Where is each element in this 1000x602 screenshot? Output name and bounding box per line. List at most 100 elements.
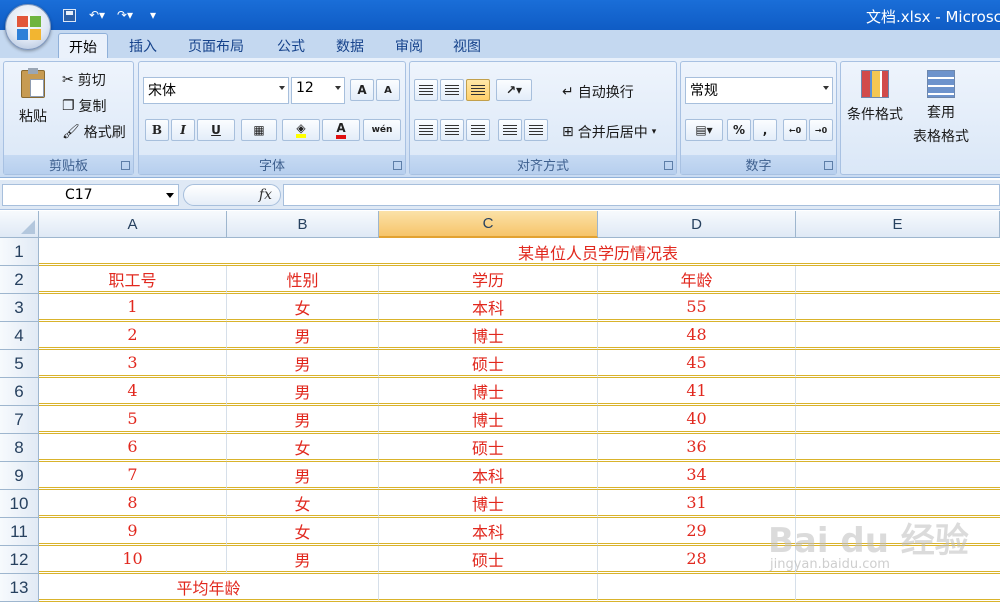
empty-cell[interactable] <box>796 294 1000 322</box>
currency-button[interactable]: ▤▾ <box>685 119 723 141</box>
row-header-6[interactable]: 6 <box>0 378 39 406</box>
align-middle-button[interactable] <box>440 79 464 101</box>
header-cell[interactable]: 年龄 <box>598 266 796 294</box>
row-header-13[interactable]: 13 <box>0 574 39 602</box>
tab-formulas[interactable]: 公式 <box>267 33 315 58</box>
column-header-b[interactable]: B <box>227 211 379 238</box>
align-bottom-button[interactable] <box>466 79 490 101</box>
data-cell[interactable]: 男 <box>227 462 379 490</box>
formula-input[interactable] <box>283 184 1000 206</box>
tab-insert[interactable]: 插入 <box>119 33 167 58</box>
row-header-2[interactable]: 2 <box>0 266 39 294</box>
data-cell[interactable]: 55 <box>598 294 796 322</box>
header-cell[interactable]: 职工号 <box>39 266 227 294</box>
empty-cell[interactable] <box>796 266 1000 294</box>
data-cell[interactable]: 34 <box>598 462 796 490</box>
empty-cell[interactable] <box>796 462 1000 490</box>
number-format-field[interactable]: 常规 <box>685 77 833 104</box>
increase-indent-button[interactable] <box>524 119 548 141</box>
column-header-e[interactable]: E <box>796 211 1000 238</box>
office-button[interactable] <box>5 4 51 50</box>
orientation-button[interactable]: ↗▾ <box>496 79 532 101</box>
conditional-format-button[interactable]: 条件格式 <box>847 70 903 124</box>
dialog-launcher-icon[interactable] <box>664 161 673 170</box>
data-cell[interactable]: 博士 <box>379 378 598 406</box>
dialog-launcher-icon[interactable] <box>121 161 130 170</box>
column-header-a[interactable]: A <box>39 211 227 238</box>
data-cell[interactable]: 8 <box>39 490 227 518</box>
row-header-9[interactable]: 9 <box>0 462 39 490</box>
paste-button[interactable]: 粘贴 <box>14 68 52 150</box>
row-header-3[interactable]: 3 <box>0 294 39 322</box>
font-size-field[interactable]: 12 <box>291 77 345 104</box>
increase-decimal-button[interactable]: ←0 <box>783 119 807 141</box>
row-header-8[interactable]: 8 <box>0 434 39 462</box>
data-cell[interactable]: 女 <box>227 294 379 322</box>
data-cell[interactable]: 男 <box>227 350 379 378</box>
cut-button[interactable]: ✂ 剪切 <box>62 70 106 90</box>
data-cell[interactable]: 博士 <box>379 490 598 518</box>
average-age-value[interactable] <box>598 574 796 602</box>
data-cell[interactable]: 博士 <box>379 322 598 350</box>
tab-data[interactable]: 数据 <box>326 33 374 58</box>
data-cell[interactable]: 男 <box>227 406 379 434</box>
underline-button[interactable]: U <box>197 119 235 141</box>
data-cell[interactable]: 5 <box>39 406 227 434</box>
phonetic-button[interactable]: wén <box>363 119 401 141</box>
decrease-decimal-button[interactable]: →0 <box>809 119 833 141</box>
data-cell[interactable]: 9 <box>39 518 227 546</box>
row-header-12[interactable]: 12 <box>0 546 39 574</box>
data-cell[interactable]: 本科 <box>379 294 598 322</box>
bold-button[interactable]: B <box>145 119 169 141</box>
save-icon[interactable] <box>58 5 80 25</box>
row-header-7[interactable]: 7 <box>0 406 39 434</box>
row-header-1[interactable]: 1 <box>0 238 39 266</box>
grow-font-button[interactable]: A <box>350 79 374 101</box>
data-cell[interactable]: 硕士 <box>379 350 598 378</box>
select-all-button[interactable] <box>0 211 39 238</box>
empty-cell[interactable] <box>796 322 1000 350</box>
tab-page-layout[interactable]: 页面布局 <box>178 33 254 58</box>
average-age-label[interactable]: 平均年龄 <box>39 574 379 602</box>
name-box[interactable]: C17 <box>2 184 179 206</box>
format-painter-button[interactable]: 🖌 格式刷 <box>62 122 126 142</box>
format-as-table-button[interactable]: 套用 表格格式 <box>913 70 969 146</box>
undo-icon[interactable]: ↶▾ <box>86 5 108 25</box>
fill-color-button[interactable]: ◈ <box>282 119 320 141</box>
data-cell[interactable]: 男 <box>227 322 379 350</box>
empty-cell[interactable] <box>796 490 1000 518</box>
data-cell[interactable]: 女 <box>227 490 379 518</box>
data-cell[interactable]: 4 <box>39 378 227 406</box>
row-header-11[interactable]: 11 <box>0 518 39 546</box>
data-cell[interactable]: 40 <box>598 406 796 434</box>
tab-review[interactable]: 审阅 <box>385 33 433 58</box>
data-cell[interactable]: 29 <box>598 518 796 546</box>
data-cell[interactable]: 博士 <box>379 406 598 434</box>
row-header-10[interactable]: 10 <box>0 490 39 518</box>
header-cell[interactable]: 性别 <box>227 266 379 294</box>
data-cell[interactable]: 31 <box>598 490 796 518</box>
italic-button[interactable]: I <box>171 119 195 141</box>
row-header-4[interactable]: 4 <box>0 322 39 350</box>
wrap-text-button[interactable]: ↵ 自动换行 <box>562 82 634 102</box>
column-header-d[interactable]: D <box>598 211 796 238</box>
redo-icon[interactable]: ↷▾ <box>114 5 136 25</box>
empty-cell[interactable] <box>796 350 1000 378</box>
empty-cell[interactable] <box>796 546 1000 574</box>
data-cell[interactable]: 1 <box>39 294 227 322</box>
align-left-button[interactable] <box>414 119 438 141</box>
tab-view[interactable]: 视图 <box>443 33 491 58</box>
customize-qat-icon[interactable]: ▾ <box>142 5 164 25</box>
data-cell[interactable]: 2 <box>39 322 227 350</box>
empty-cell[interactable] <box>796 574 1000 602</box>
align-center-button[interactable] <box>440 119 464 141</box>
empty-cell[interactable] <box>796 378 1000 406</box>
decrease-indent-button[interactable] <box>498 119 522 141</box>
data-cell[interactable]: 女 <box>227 518 379 546</box>
insert-function-button[interactable]: fx <box>183 184 281 206</box>
font-color-button[interactable]: A <box>322 119 360 141</box>
data-cell[interactable]: 7 <box>39 462 227 490</box>
empty-cell[interactable] <box>796 518 1000 546</box>
data-cell[interactable]: 48 <box>598 322 796 350</box>
empty-cell[interactable] <box>379 574 598 602</box>
